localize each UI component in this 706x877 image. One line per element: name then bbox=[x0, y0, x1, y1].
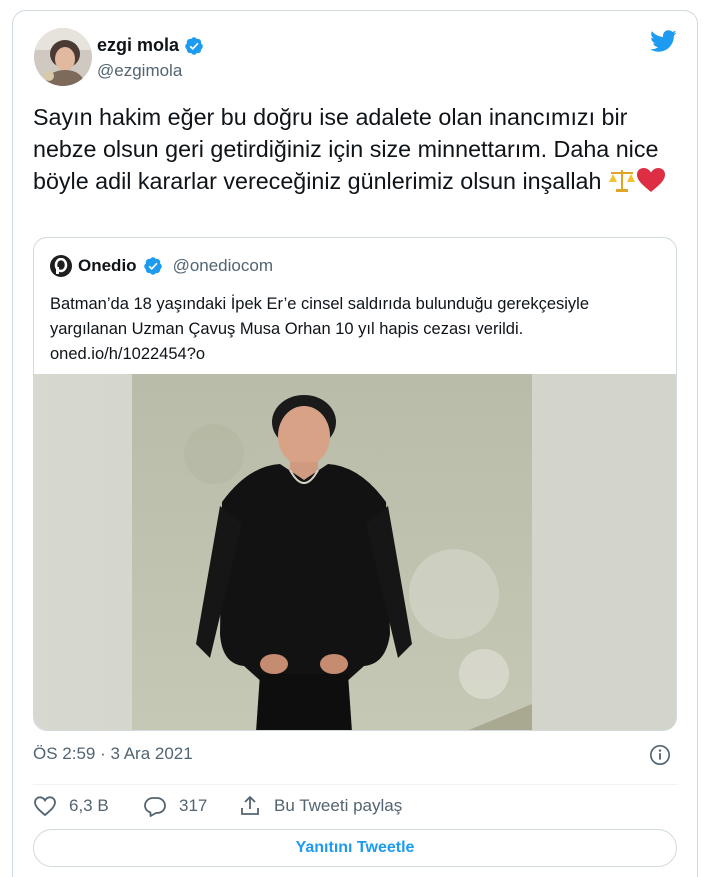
quoted-author-handle: @onediocom bbox=[172, 256, 273, 275]
quoted-text-line: yargılanan Uzman Çavuş Musa Orhan 10 yıl… bbox=[50, 320, 524, 338]
heart-icon bbox=[34, 796, 56, 817]
author-avatar[interactable] bbox=[34, 28, 92, 86]
tweet-card: ezgi mola @ezgimola Sayın hakim eğer bu … bbox=[12, 10, 698, 877]
verified-badge-icon bbox=[143, 257, 162, 275]
reply-count: 317 bbox=[179, 796, 208, 815]
quoted-tweet[interactable]: Onedio @onediocom Batman’da 18 yaşındaki… bbox=[33, 237, 677, 731]
like-button[interactable]: 6,3 B bbox=[33, 794, 143, 818]
like-count: 6,3 B bbox=[69, 796, 109, 815]
scales-emoji-icon bbox=[608, 170, 635, 192]
quoted-tweet-text: Batman’da 18 yaşındaki İpek Er’e cinsel … bbox=[50, 292, 670, 367]
quoted-link[interactable]: oned.io/h/1022454?o bbox=[50, 342, 670, 367]
tweet-body: Sayın hakim eğer bu doğru ise adalete ol… bbox=[33, 104, 659, 194]
twitter-bird-icon[interactable] bbox=[647, 27, 679, 55]
tweet-actions: 6,3 B 317 Bu Tweeti paylaş bbox=[33, 794, 402, 818]
onedio-avatar bbox=[50, 255, 72, 277]
red-heart-emoji-icon bbox=[636, 168, 665, 192]
tweet-timestamp[interactable]: ÖS 2:59 · 3 Ara 2021 bbox=[33, 744, 193, 764]
quoted-author-name: Onedio bbox=[78, 256, 137, 275]
info-icon[interactable] bbox=[649, 744, 671, 766]
author-name[interactable]: ezgi mola bbox=[97, 35, 204, 56]
verified-badge-icon bbox=[185, 36, 203, 55]
quoted-media-image[interactable] bbox=[34, 374, 677, 731]
divider bbox=[33, 784, 677, 785]
tweet-text: Sayın hakim eğer bu doğru ise adalete ol… bbox=[33, 101, 683, 197]
author-name-label: ezgi mola bbox=[97, 35, 180, 55]
share-icon bbox=[241, 796, 259, 815]
quoted-text-line: Batman’da 18 yaşındaki İpek Er’e cinsel … bbox=[50, 295, 590, 313]
author-handle[interactable]: @ezgimola bbox=[97, 61, 182, 81]
reply-icon bbox=[144, 797, 166, 817]
share-button[interactable]: Bu Tweeti paylaş bbox=[238, 794, 402, 818]
reply-tweet-button[interactable]: Yanıtını Tweetle bbox=[33, 829, 677, 867]
reply-button[interactable]: 317 bbox=[143, 794, 238, 818]
share-label: Bu Tweeti paylaş bbox=[274, 796, 403, 815]
quoted-tweet-header: Onedio @onediocom bbox=[50, 255, 273, 277]
